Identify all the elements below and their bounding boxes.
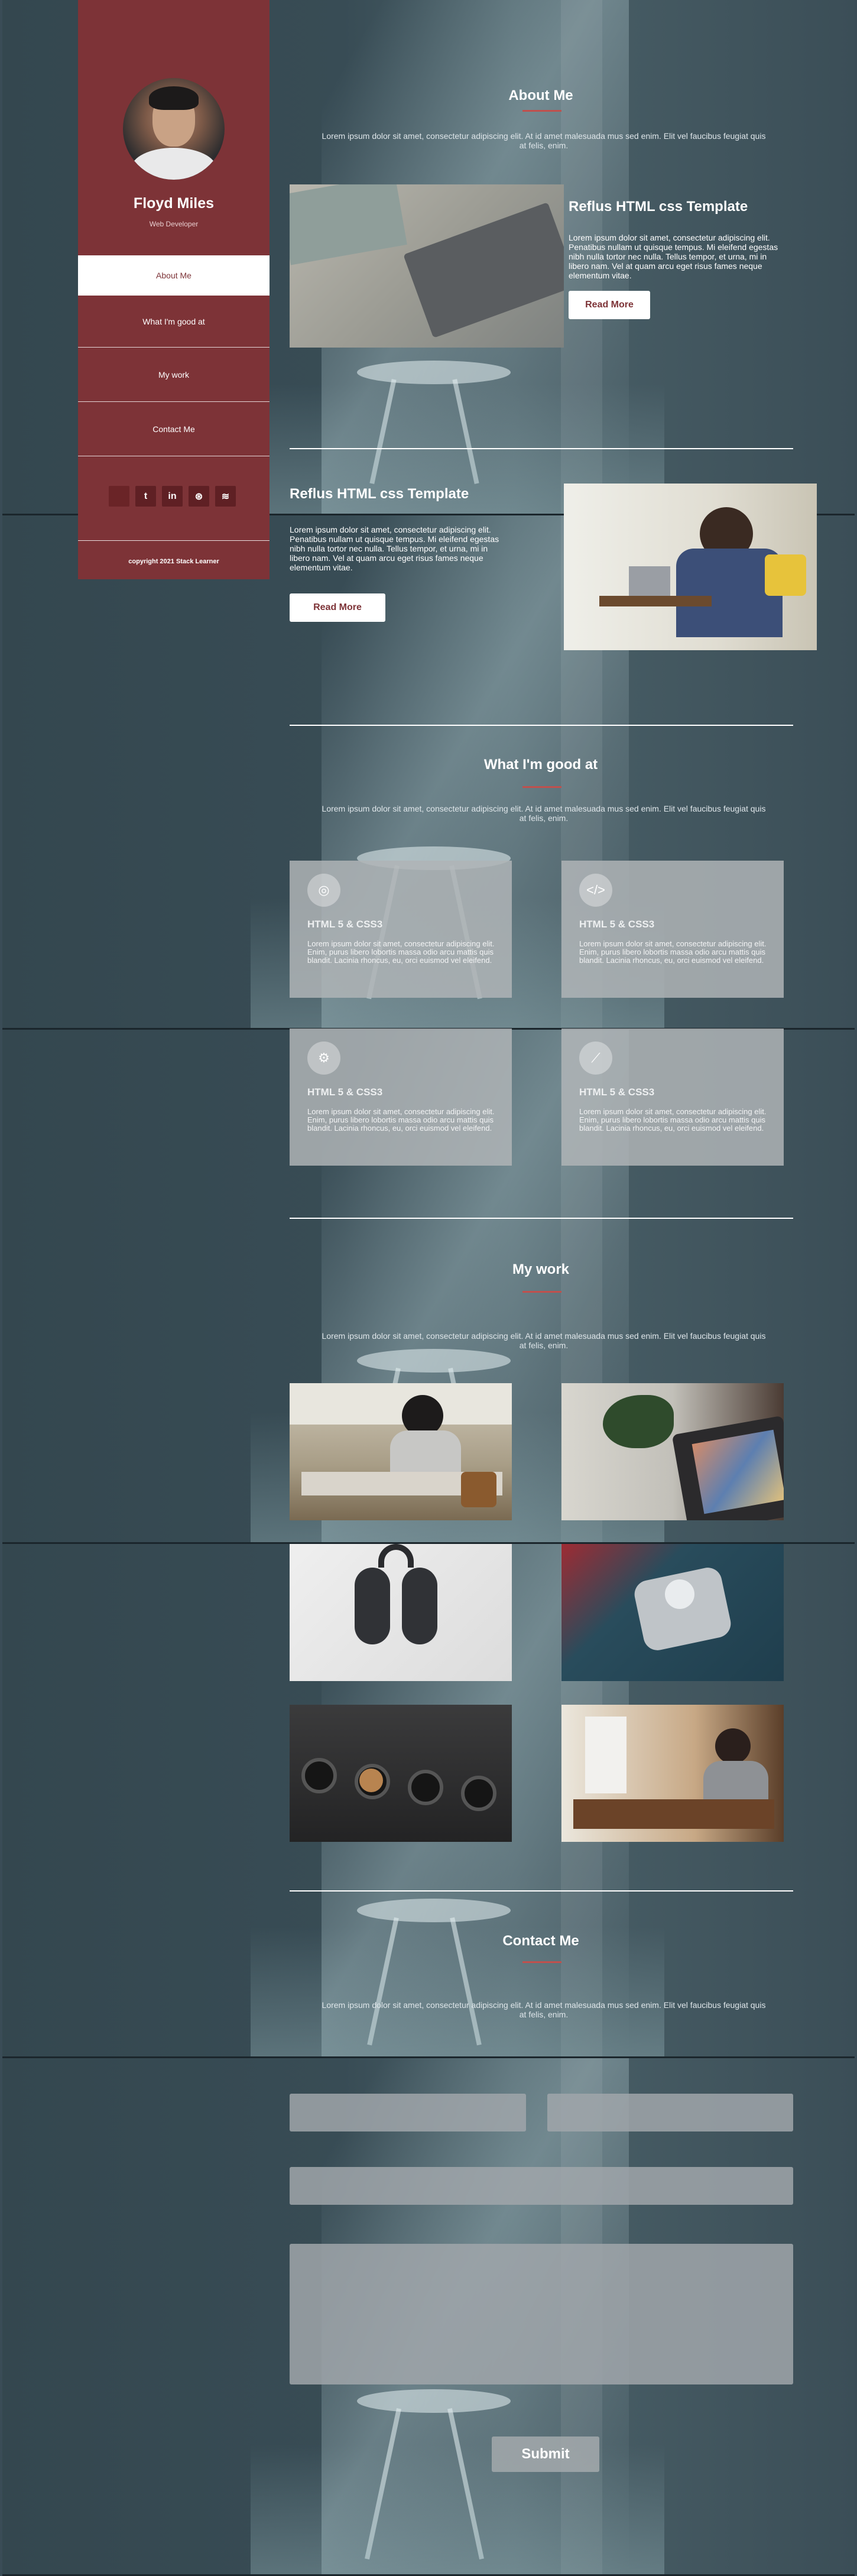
about-title: About Me [508,87,573,103]
sidebar-divider [78,540,270,541]
section-divider [290,448,793,449]
section-divider [290,1890,793,1892]
skill-card: ⟋ HTML 5 & CSS3 Lorem ipsum dolor sit am… [561,1029,784,1166]
profile-name: Floyd Miles [133,195,215,212]
social-links: t in ⊛ ≋ [109,486,236,507]
skill-text: Lorem ipsum dolor sit amet, consectetur … [579,939,767,965]
read-more-button[interactable]: Read More [290,593,385,622]
skills-title: What I'm good at [483,757,598,773]
message-field[interactable] [290,2244,793,2384]
about-card-text-1: Lorem ipsum dolor sit amet, consectetur … [569,233,778,280]
about-lead: Lorem ipsum dolor sit amet, consectetur … [322,131,766,150]
skill-card: ⚙ HTML 5 & CSS3 Lorem ipsum dolor sit am… [290,1029,512,1166]
skills-lead: Lorem ipsum dolor sit amet, consectetur … [322,804,766,823]
skill-title: HTML 5 & CSS3 [579,1086,655,1098]
work-photo[interactable] [561,1705,784,1842]
about-card-title-1: Reflus HTML css Template [569,199,748,215]
title-underline [522,786,561,788]
work-photo[interactable] [290,1383,512,1520]
skill-title: HTML 5 & CSS3 [579,919,655,930]
submit-button[interactable]: Submit [492,2437,599,2472]
work-photo[interactable] [290,1705,512,1842]
copyright-text: copyright 2021 Stack Learner [128,558,219,565]
chart-icon: ⟋ [579,1042,612,1075]
skill-title: HTML 5 & CSS3 [307,919,383,930]
skill-text: Lorem ipsum dolor sit amet, consectetur … [579,1107,767,1133]
work-lead: Lorem ipsum dolor sit amet, consectetur … [322,1331,766,1350]
about-photo-man-laptop [564,484,817,650]
lightbulb-icon: ◎ [307,874,340,907]
name-field[interactable] [290,2094,526,2131]
email-field[interactable] [547,2094,793,2131]
code-icon: </> [579,874,612,907]
profile-role: Web Developer [149,220,199,228]
nav-item-what-im-good-at[interactable]: What I'm good at [78,296,270,348]
sidebar: Floyd Miles Web Developer About Me What … [78,0,270,579]
work-photo[interactable] [561,1383,784,1520]
title-underline [522,1291,561,1293]
contact-title: Contact Me [502,1933,579,1949]
nav-item-contact-me[interactable]: Contact Me [78,402,270,456]
skill-title: HTML 5 & CSS3 [307,1086,383,1098]
about-photo-desk [290,184,564,348]
work-photo[interactable] [290,1544,512,1681]
work-title: My work [512,1261,570,1277]
nav-item-about-me[interactable]: About Me [78,255,270,296]
title-underline [522,110,561,112]
section-divider [290,725,793,726]
avatar [123,78,225,180]
work-photo[interactable] [561,1544,784,1681]
facebook-icon[interactable] [109,486,129,507]
skill-text: Lorem ipsum dolor sit amet, consectetur … [307,1107,495,1133]
skill-card: </> HTML 5 & CSS3 Lorem ipsum dolor sit … [561,861,784,998]
dribbble-icon[interactable]: ⊛ [189,486,209,507]
skill-card: ◎ HTML 5 & CSS3 Lorem ipsum dolor sit am… [290,861,512,998]
title-underline [522,1961,561,1963]
contact-lead: Lorem ipsum dolor sit amet, consectetur … [322,2000,766,2019]
rss-icon[interactable]: ≋ [215,486,236,507]
gear-icon: ⚙ [307,1042,340,1075]
twitter-icon[interactable]: t [135,486,156,507]
about-card-title-2: Reflus HTML css Template [290,486,469,502]
section-divider [290,1218,793,1219]
subject-field[interactable] [290,2167,793,2205]
read-more-button[interactable]: Read More [569,291,650,319]
nav-item-my-work[interactable]: My work [78,348,270,402]
linkedin-icon[interactable]: in [162,486,183,507]
skill-text: Lorem ipsum dolor sit amet, consectetur … [307,939,495,965]
about-card-text-2: Lorem ipsum dolor sit amet, consectetur … [290,525,499,572]
